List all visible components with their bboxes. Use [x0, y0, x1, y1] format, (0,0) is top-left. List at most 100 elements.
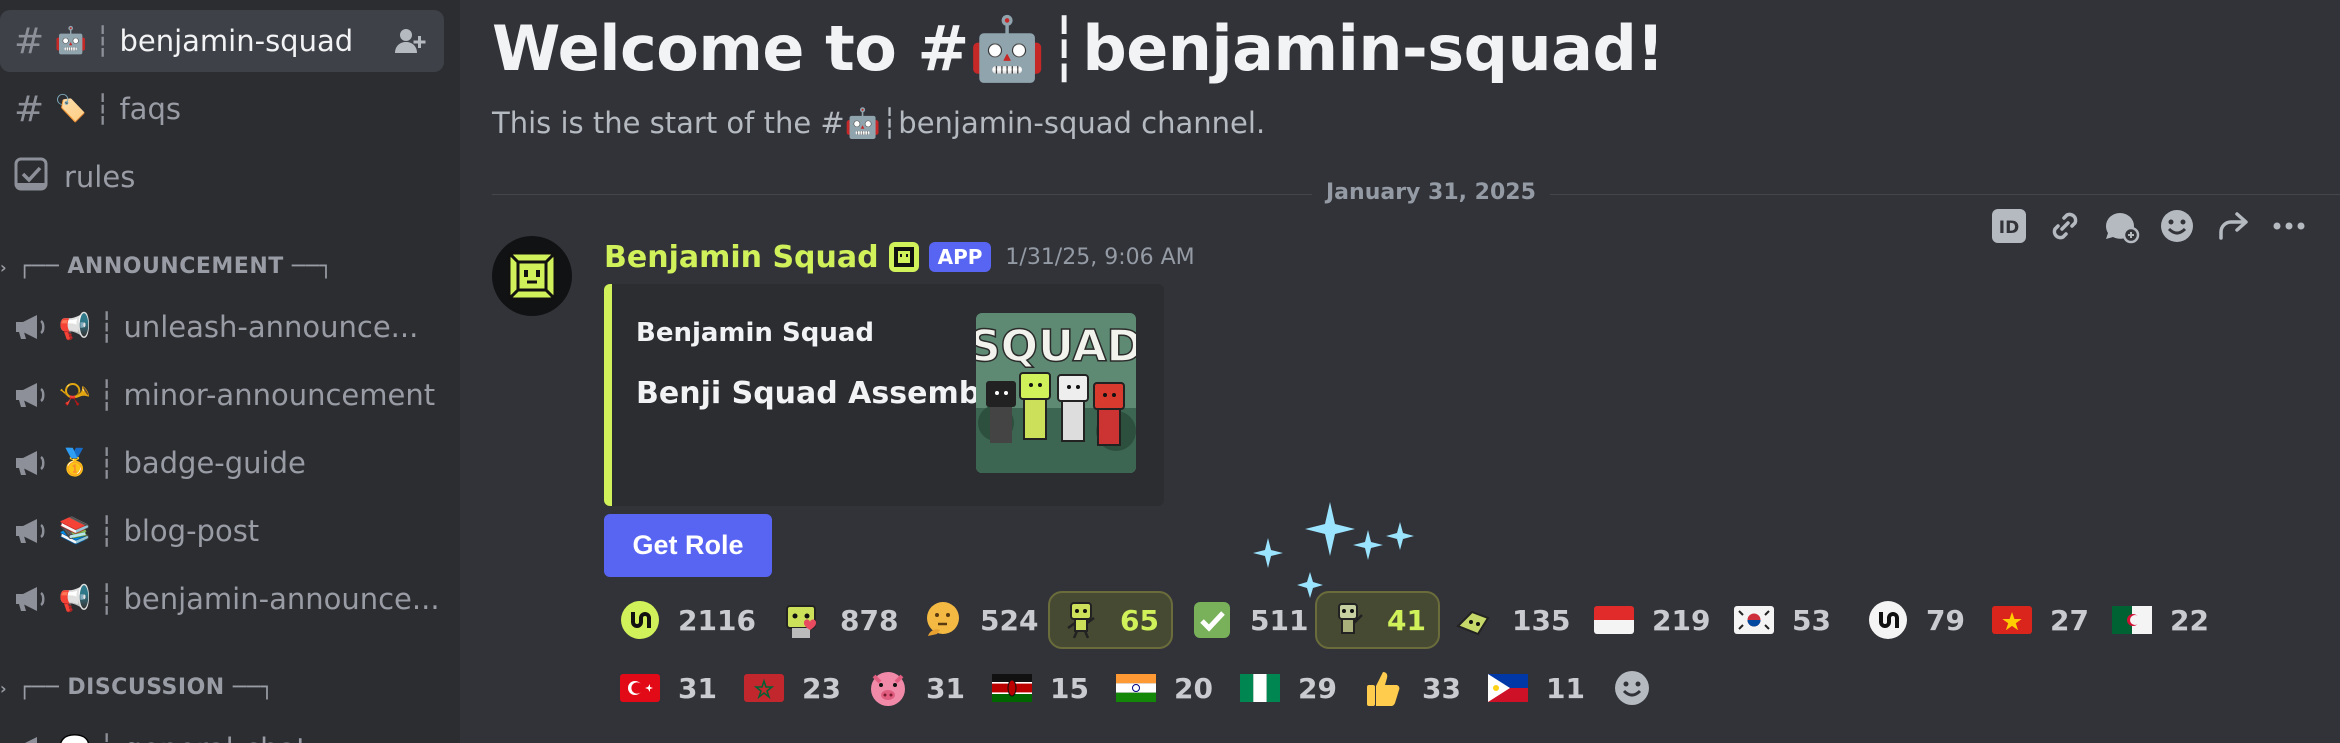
more-options-icon[interactable]	[2268, 205, 2310, 247]
postal-horn-emoji-icon: 📯	[58, 380, 92, 410]
channel-name: faqs	[119, 92, 181, 126]
channel-name: general-chat	[123, 732, 307, 743]
flag-morocco-icon	[744, 668, 784, 708]
robot-dance-icon	[1454, 600, 1494, 640]
chat-area: Welcome to #🤖┆benjamin-squad! This is th…	[460, 0, 2340, 743]
reaction-flag-vietnam[interactable]: 27	[1980, 591, 2101, 649]
announcement-channel-icon	[16, 587, 45, 611]
medal-emoji-icon: 🥇	[58, 448, 92, 478]
reaction-flag-indonesia[interactable]: 219	[1582, 591, 1722, 649]
reaction-check-mark[interactable]: 511	[1180, 591, 1320, 649]
reaction-flag-south-korea[interactable]: 53	[1722, 591, 1843, 649]
author-name[interactable]: Benjamin Squad	[604, 240, 879, 275]
channel-badge-guide[interactable]: 🥇 ┆ badge-guide	[0, 432, 444, 494]
reaction-flag-philippines[interactable]: 11	[1476, 659, 1597, 717]
squad-logo-icon	[620, 600, 660, 640]
channel-sidebar: # 🤖 ┆ benjamin-squad # 🏷️ ┆ faqs rules ›…	[0, 0, 460, 743]
chevron-down-icon: ›	[0, 258, 8, 277]
reaction-robot-dance[interactable]: 135	[1442, 591, 1582, 649]
reaction-flag-kenya[interactable]: 15	[980, 659, 1101, 717]
copy-link-icon[interactable]	[2044, 205, 2086, 247]
reaction-angry-pig[interactable]: 31	[856, 659, 977, 717]
copy-id-icon[interactable]: ID	[1988, 205, 2030, 247]
app-tag: APP	[928, 242, 992, 272]
flag-indonesia-icon	[1594, 600, 1634, 640]
announcement-channel-icon	[16, 315, 45, 339]
channel-welcome-title: Welcome to #🤖┆benjamin-squad!	[492, 12, 1665, 85]
add-reaction-button[interactable]	[1600, 659, 1664, 717]
label-emoji-icon: 🏷️	[54, 94, 88, 124]
message-header: Benjamin Squad APP 1/31/25, 9:06 AM	[604, 236, 1195, 278]
role-badge-icon	[888, 242, 919, 272]
get-role-button[interactable]: Get Role	[604, 514, 772, 577]
channel-name: blog-post	[123, 514, 260, 548]
channel-benjamin-squad[interactable]: # 🤖 ┆ benjamin-squad	[0, 10, 444, 72]
reaction-flag-morocco[interactable]: 23	[732, 659, 853, 717]
author-avatar[interactable]	[492, 236, 572, 316]
speech-emoji-icon: 💬	[58, 734, 92, 743]
embed-author: Benjamin Squad	[636, 318, 874, 348]
create-invite-icon[interactable]	[394, 26, 426, 63]
reaction-robot-heart[interactable]: 878	[770, 591, 910, 649]
check-mark-icon	[1192, 600, 1232, 640]
text-channel-icon: #	[14, 88, 45, 130]
robot-wave-icon	[1329, 600, 1369, 640]
reaction-green-robot[interactable]: 65	[1048, 591, 1173, 649]
reaction-thinking[interactable]: 524	[910, 591, 1050, 649]
channel-rules[interactable]: rules	[0, 146, 444, 208]
date-divider-label: January 31, 2025	[1312, 180, 1550, 205]
flag-algeria-icon	[2112, 600, 2152, 640]
create-thread-icon[interactable]	[2100, 205, 2142, 247]
flag-philippines-icon	[1488, 668, 1528, 708]
channel-name: minor-announcement	[123, 378, 436, 412]
forward-icon[interactable]	[2212, 205, 2254, 247]
reaction-flag-nigeria[interactable]: 29	[1228, 659, 1349, 717]
flag-kenya-icon	[992, 668, 1032, 708]
channel-minor-announcement[interactable]: 📯 ┆ minor-announcement	[0, 364, 444, 426]
announcement-channel-icon	[25, 737, 37, 743]
flag-south-korea-icon	[1734, 600, 1774, 640]
reaction-flag-algeria[interactable]: 22	[2100, 591, 2221, 649]
reaction-squad-logo-white[interactable]: 79	[1856, 591, 1977, 649]
channel-blog-post[interactable]: 📚 ┆ blog-post	[0, 500, 444, 562]
chevron-down-icon: ›	[0, 679, 8, 698]
loudspeaker-emoji-icon: 📢	[58, 584, 92, 614]
message-timestamp[interactable]: 1/31/25, 9:06 AM	[1005, 245, 1194, 270]
channel-welcome-subtitle: This is the start of the #🤖┆benjamin-squ…	[492, 106, 1266, 140]
channel-name: rules	[64, 160, 136, 194]
channel-name: benjamin-announce...	[123, 582, 440, 616]
green-robot-icon	[1062, 600, 1102, 640]
reaction-squad-logo[interactable]: 2116	[608, 591, 768, 649]
channel-unleash-announcements[interactable]: 📢 ┆ unleash-announce...	[0, 296, 444, 358]
text-channel-icon: #	[14, 20, 45, 62]
channel-name: benjamin-squad	[119, 24, 354, 58]
message-embed: Benjamin Squad Benji Squad Assemble SQUA…	[604, 284, 1164, 506]
flag-nigeria-icon	[1240, 668, 1280, 708]
svg-text:ID: ID	[1999, 218, 2019, 238]
add-reaction-icon	[1612, 668, 1652, 708]
svg-text:SQUAD: SQUAD	[976, 321, 1136, 372]
thinking-face-icon	[922, 600, 962, 640]
reaction-flag-india[interactable]: 20	[1104, 659, 1225, 717]
add-reaction-icon[interactable]	[2156, 205, 2198, 247]
announcement-channel-icon	[16, 451, 45, 475]
channel-name: unleash-announce...	[123, 310, 419, 344]
embed-title: Benji Squad Assemble	[636, 376, 1011, 411]
category-discussion[interactable]: › ┌── DISCUSSION ──┐	[0, 675, 274, 700]
channel-general-chat[interactable]: 💬 ┆ general-chat	[0, 718, 444, 743]
reaction-flag-turkey[interactable]: 31	[608, 659, 729, 717]
announcement-channel-icon	[16, 383, 45, 407]
books-emoji-icon: 📚	[58, 516, 92, 546]
category-announcement[interactable]: › ┌── ANNOUNCEMENT ──┐	[0, 254, 333, 279]
reaction-thumbs-up[interactable]: 33	[1352, 659, 1473, 717]
announcement-channel-icon	[16, 519, 45, 543]
embed-thumbnail[interactable]: SQUAD	[976, 313, 1136, 473]
channel-benjamin-announcements[interactable]: 📢 ┆ benjamin-announce...	[0, 568, 444, 630]
reaction-robot-wave[interactable]: 41	[1315, 591, 1440, 649]
thumbs-up-icon	[1364, 668, 1404, 708]
channel-name: badge-guide	[123, 446, 306, 480]
squad-logo-white-icon	[1868, 600, 1908, 640]
robot-heart-icon	[782, 600, 822, 640]
rules-checkbox-icon	[14, 157, 64, 198]
channel-faqs[interactable]: # 🏷️ ┆ faqs	[0, 78, 444, 140]
